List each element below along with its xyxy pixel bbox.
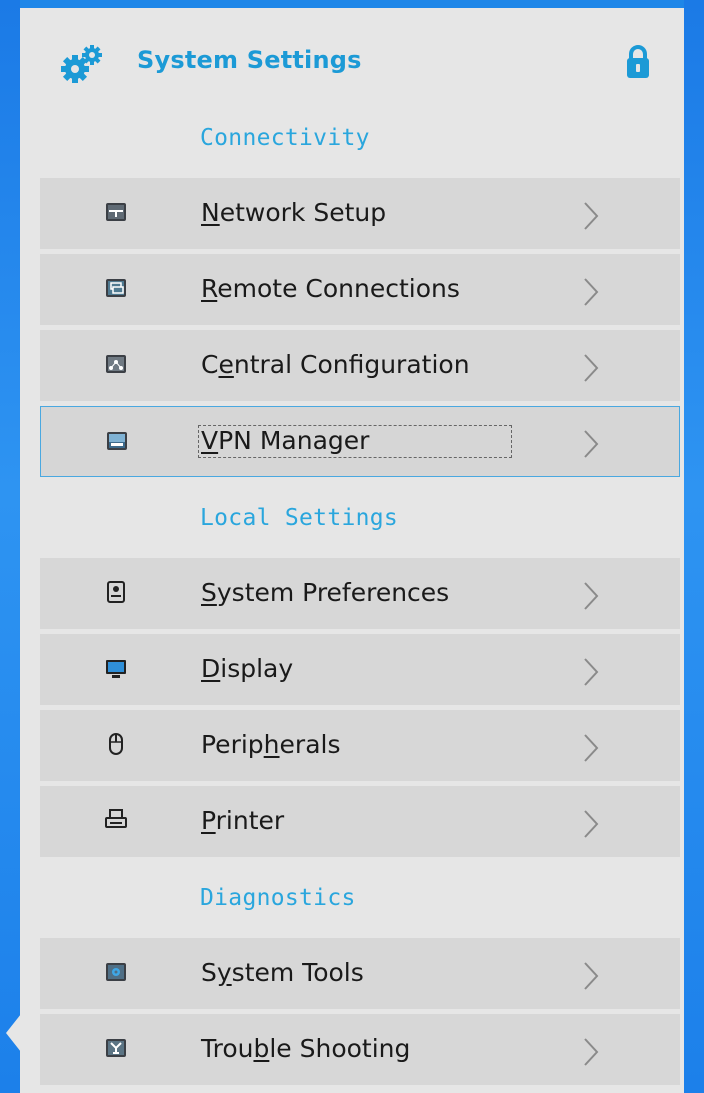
menu-item-system-preferences[interactable]: System Preferences (40, 558, 680, 629)
panel-header: System Settings (20, 8, 684, 104)
chevron-right-icon (584, 202, 599, 230)
chevron-right-icon (584, 810, 599, 838)
chevron-right-icon (584, 658, 599, 686)
desktop-background-left (0, 0, 20, 1093)
mouse-icon (109, 733, 123, 755)
menu-item-printer[interactable]: Printer (40, 786, 680, 857)
gears-icon (61, 45, 102, 83)
menu-item-vpn-manager[interactable]: VPN Manager (40, 406, 680, 477)
monitor-icon (106, 660, 126, 678)
section-title-connectivity: Connectivity (200, 125, 370, 151)
section-title-diagnostics: Diagnostics (200, 885, 356, 911)
menu-item-trouble-shooting[interactable]: Trouble Shooting (40, 1014, 680, 1085)
system-tools-icon (106, 963, 126, 981)
remote-connections-icon (106, 279, 126, 297)
trouble-shooting-icon (106, 1039, 126, 1057)
lock-icon[interactable] (626, 45, 650, 79)
chevron-right-icon (584, 962, 599, 990)
menu-item-display[interactable]: Display (40, 634, 680, 705)
printer-icon (105, 809, 127, 828)
chevron-right-icon (584, 278, 599, 306)
page-title: System Settings (137, 46, 362, 74)
menu-item-central-configuration[interactable]: Central Configuration (40, 330, 680, 401)
chevron-right-icon (584, 430, 599, 458)
chevron-right-icon (584, 734, 599, 762)
menu-item-network-setup[interactable]: Network Setup (40, 178, 680, 249)
system-preferences-icon (107, 581, 125, 603)
chevron-right-icon (584, 582, 599, 610)
section-title-local-settings: Local Settings (200, 505, 399, 531)
network-icon (106, 203, 126, 221)
menu-item-peripherals[interactable]: Peripherals (40, 710, 680, 781)
menu-item-system-tools[interactable]: System Tools (40, 938, 680, 1009)
central-configuration-icon (106, 355, 126, 373)
vpn-icon (107, 432, 127, 450)
chevron-right-icon (584, 1038, 599, 1066)
chevron-right-icon (584, 354, 599, 382)
panel-pointer (6, 1014, 21, 1052)
menu-item-remote-connections[interactable]: Remote Connections (40, 254, 680, 325)
system-settings-panel: System Settings Connectivity Network Set… (20, 8, 684, 1093)
desktop-background-right (684, 0, 704, 1093)
